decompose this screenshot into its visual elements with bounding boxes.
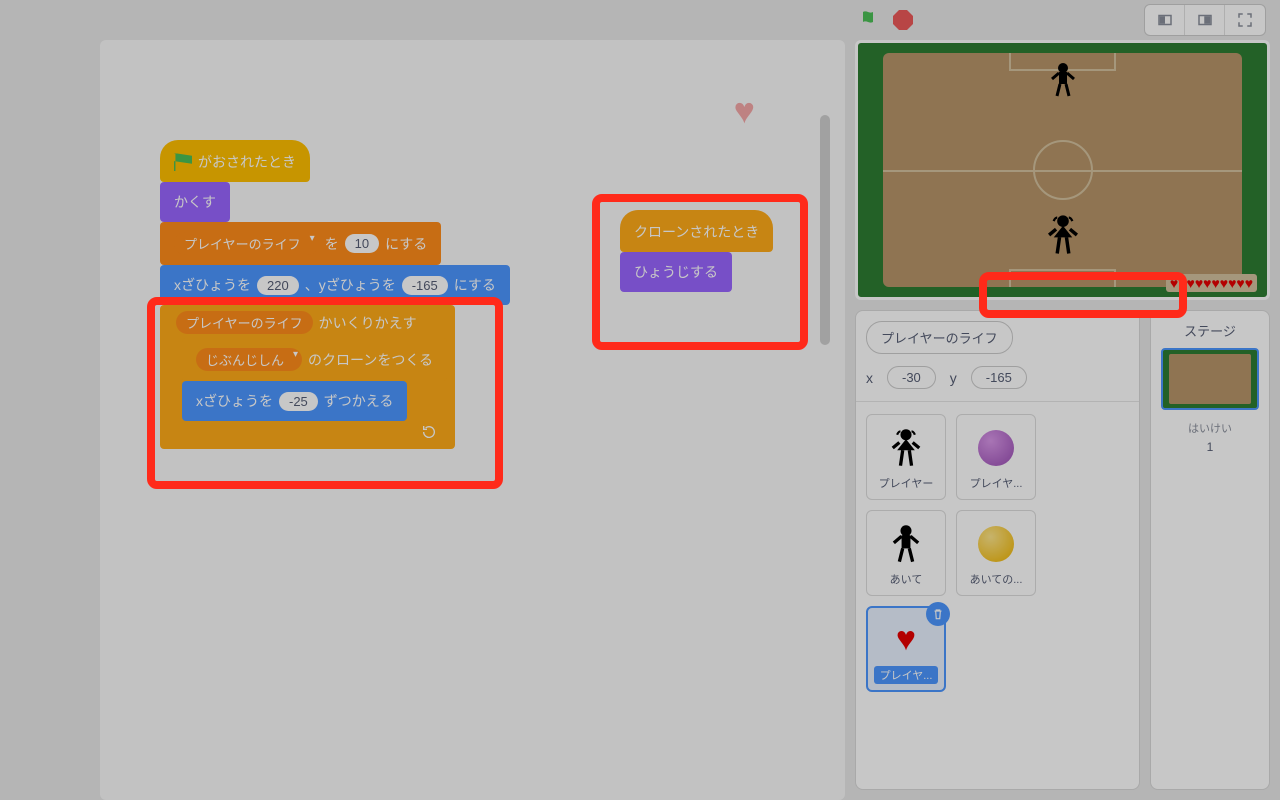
sprite-label: プレイヤー (879, 475, 934, 491)
value-input[interactable]: 10 (345, 234, 379, 253)
sprite-watermark-heart-icon: ♥ (734, 90, 755, 132)
backdrop-label: はいけい (1161, 420, 1259, 436)
sprite-panel: プレイヤーのライフ x -30 y -165 プレイヤー プレイヤ... (855, 310, 1140, 790)
sprite-label: プレイヤ... (874, 666, 939, 684)
text: を (325, 234, 339, 254)
repeat-count-var[interactable]: プレイヤーのライフ (176, 311, 313, 334)
stage-sprite-opponent (1048, 61, 1078, 99)
sprite-name-pill[interactable]: プレイヤーのライフ (866, 321, 1013, 354)
block-change-x[interactable]: xざひょうを -25 ずつかえる (182, 381, 407, 421)
backdrop-count: 1 (1161, 440, 1259, 454)
block-when-cloned[interactable]: クローンされたとき (620, 210, 773, 252)
x-value-input[interactable]: -30 (887, 366, 936, 389)
sprite-tile-opponent-ball[interactable]: あいての... (956, 510, 1036, 596)
y-input[interactable]: -165 (402, 276, 448, 295)
block-show[interactable]: ひょうじする (620, 252, 732, 292)
stage-view-controls (1144, 4, 1266, 36)
stage-preview[interactable]: ♥♥♥♥♥♥♥♥♥♥ (855, 40, 1270, 300)
stage-title: ステージ (1161, 321, 1259, 340)
text: にする (385, 234, 427, 254)
text: xざひょうを (174, 275, 251, 295)
green-flag-icon (174, 153, 192, 171)
y-value-input[interactable]: -165 (971, 366, 1027, 389)
fullscreen-button[interactable] (1225, 5, 1265, 35)
block-label: がおされたとき (198, 152, 296, 172)
sprite-tile-life-heart[interactable]: ♥ プレイヤ... (866, 606, 946, 692)
stop-button[interactable] (893, 10, 913, 30)
sprite-label: あいて (890, 571, 923, 587)
sprite-label: あいての... (970, 571, 1023, 587)
block-label: クローンされたとき (634, 222, 759, 242)
workspace-scrollbar[interactable] (820, 115, 830, 345)
block-goto-xy[interactable]: xざひょうを 220 、yざひょうを -165 にする (160, 265, 510, 305)
stage-panel: ステージ はいけい 1 (1150, 310, 1270, 790)
large-stage-button[interactable] (1185, 5, 1225, 35)
block-set-variable[interactable]: プレイヤーのライフ を 10 にする (160, 222, 441, 265)
y-label: y (950, 370, 957, 386)
script-workspace[interactable]: ♥ がおされたとき かくす プレイヤーのライフ を 10 にする xざひょうを … (100, 40, 845, 800)
variable-dropdown[interactable]: プレイヤーのライフ (174, 232, 319, 255)
block-label: ひょうじする (634, 262, 718, 282)
hearts-display: ♥♥♥♥♥♥♥♥♥♥ (1166, 274, 1257, 292)
stage-sprite-player (1045, 213, 1081, 257)
block-when-flag-clicked[interactable]: がおされたとき (160, 140, 310, 182)
text: 、yざひょうを (305, 275, 396, 295)
stage-thumbnail[interactable] (1161, 348, 1259, 410)
block-stack-clone: クローンされたとき ひょうじする (620, 210, 773, 292)
text: xざひょうを (196, 391, 273, 411)
block-hide[interactable]: かくす (160, 182, 230, 222)
loop-arrow-icon (176, 421, 447, 443)
x-label: x (866, 370, 873, 386)
block-create-clone[interactable]: じぶんじしん のクローンをつくる (182, 338, 447, 381)
text: ずつかえる (324, 391, 394, 411)
small-stage-button[interactable] (1145, 5, 1185, 35)
delete-sprite-button[interactable] (926, 602, 950, 626)
text: にする (454, 275, 496, 295)
sprite-tile-opponent[interactable]: あいて (866, 510, 946, 596)
sprite-tile-player[interactable]: プレイヤー (866, 414, 946, 500)
clone-target-dropdown[interactable]: じぶんじしん (196, 348, 302, 371)
sprite-tile-player-ball[interactable]: プレイヤ... (956, 414, 1036, 500)
run-green-flag-button[interactable] (859, 8, 883, 32)
block-repeat[interactable]: プレイヤーのライフ かいくりかえす じぶんじしん のクローンをつくる xざひょう… (160, 305, 455, 449)
block-label: かくす (174, 192, 216, 212)
sprite-label: プレイヤ... (970, 475, 1023, 491)
text: かいくりかえす (319, 313, 417, 333)
block-stack-main: がおされたとき かくす プレイヤーのライフ を 10 にする xざひょうを 22… (160, 140, 510, 449)
delta-x-input[interactable]: -25 (279, 392, 318, 411)
sprite-list: プレイヤー プレイヤ... あいて あいての... (866, 414, 1129, 692)
text: のクローンをつくる (308, 350, 433, 370)
x-input[interactable]: 220 (257, 276, 299, 295)
